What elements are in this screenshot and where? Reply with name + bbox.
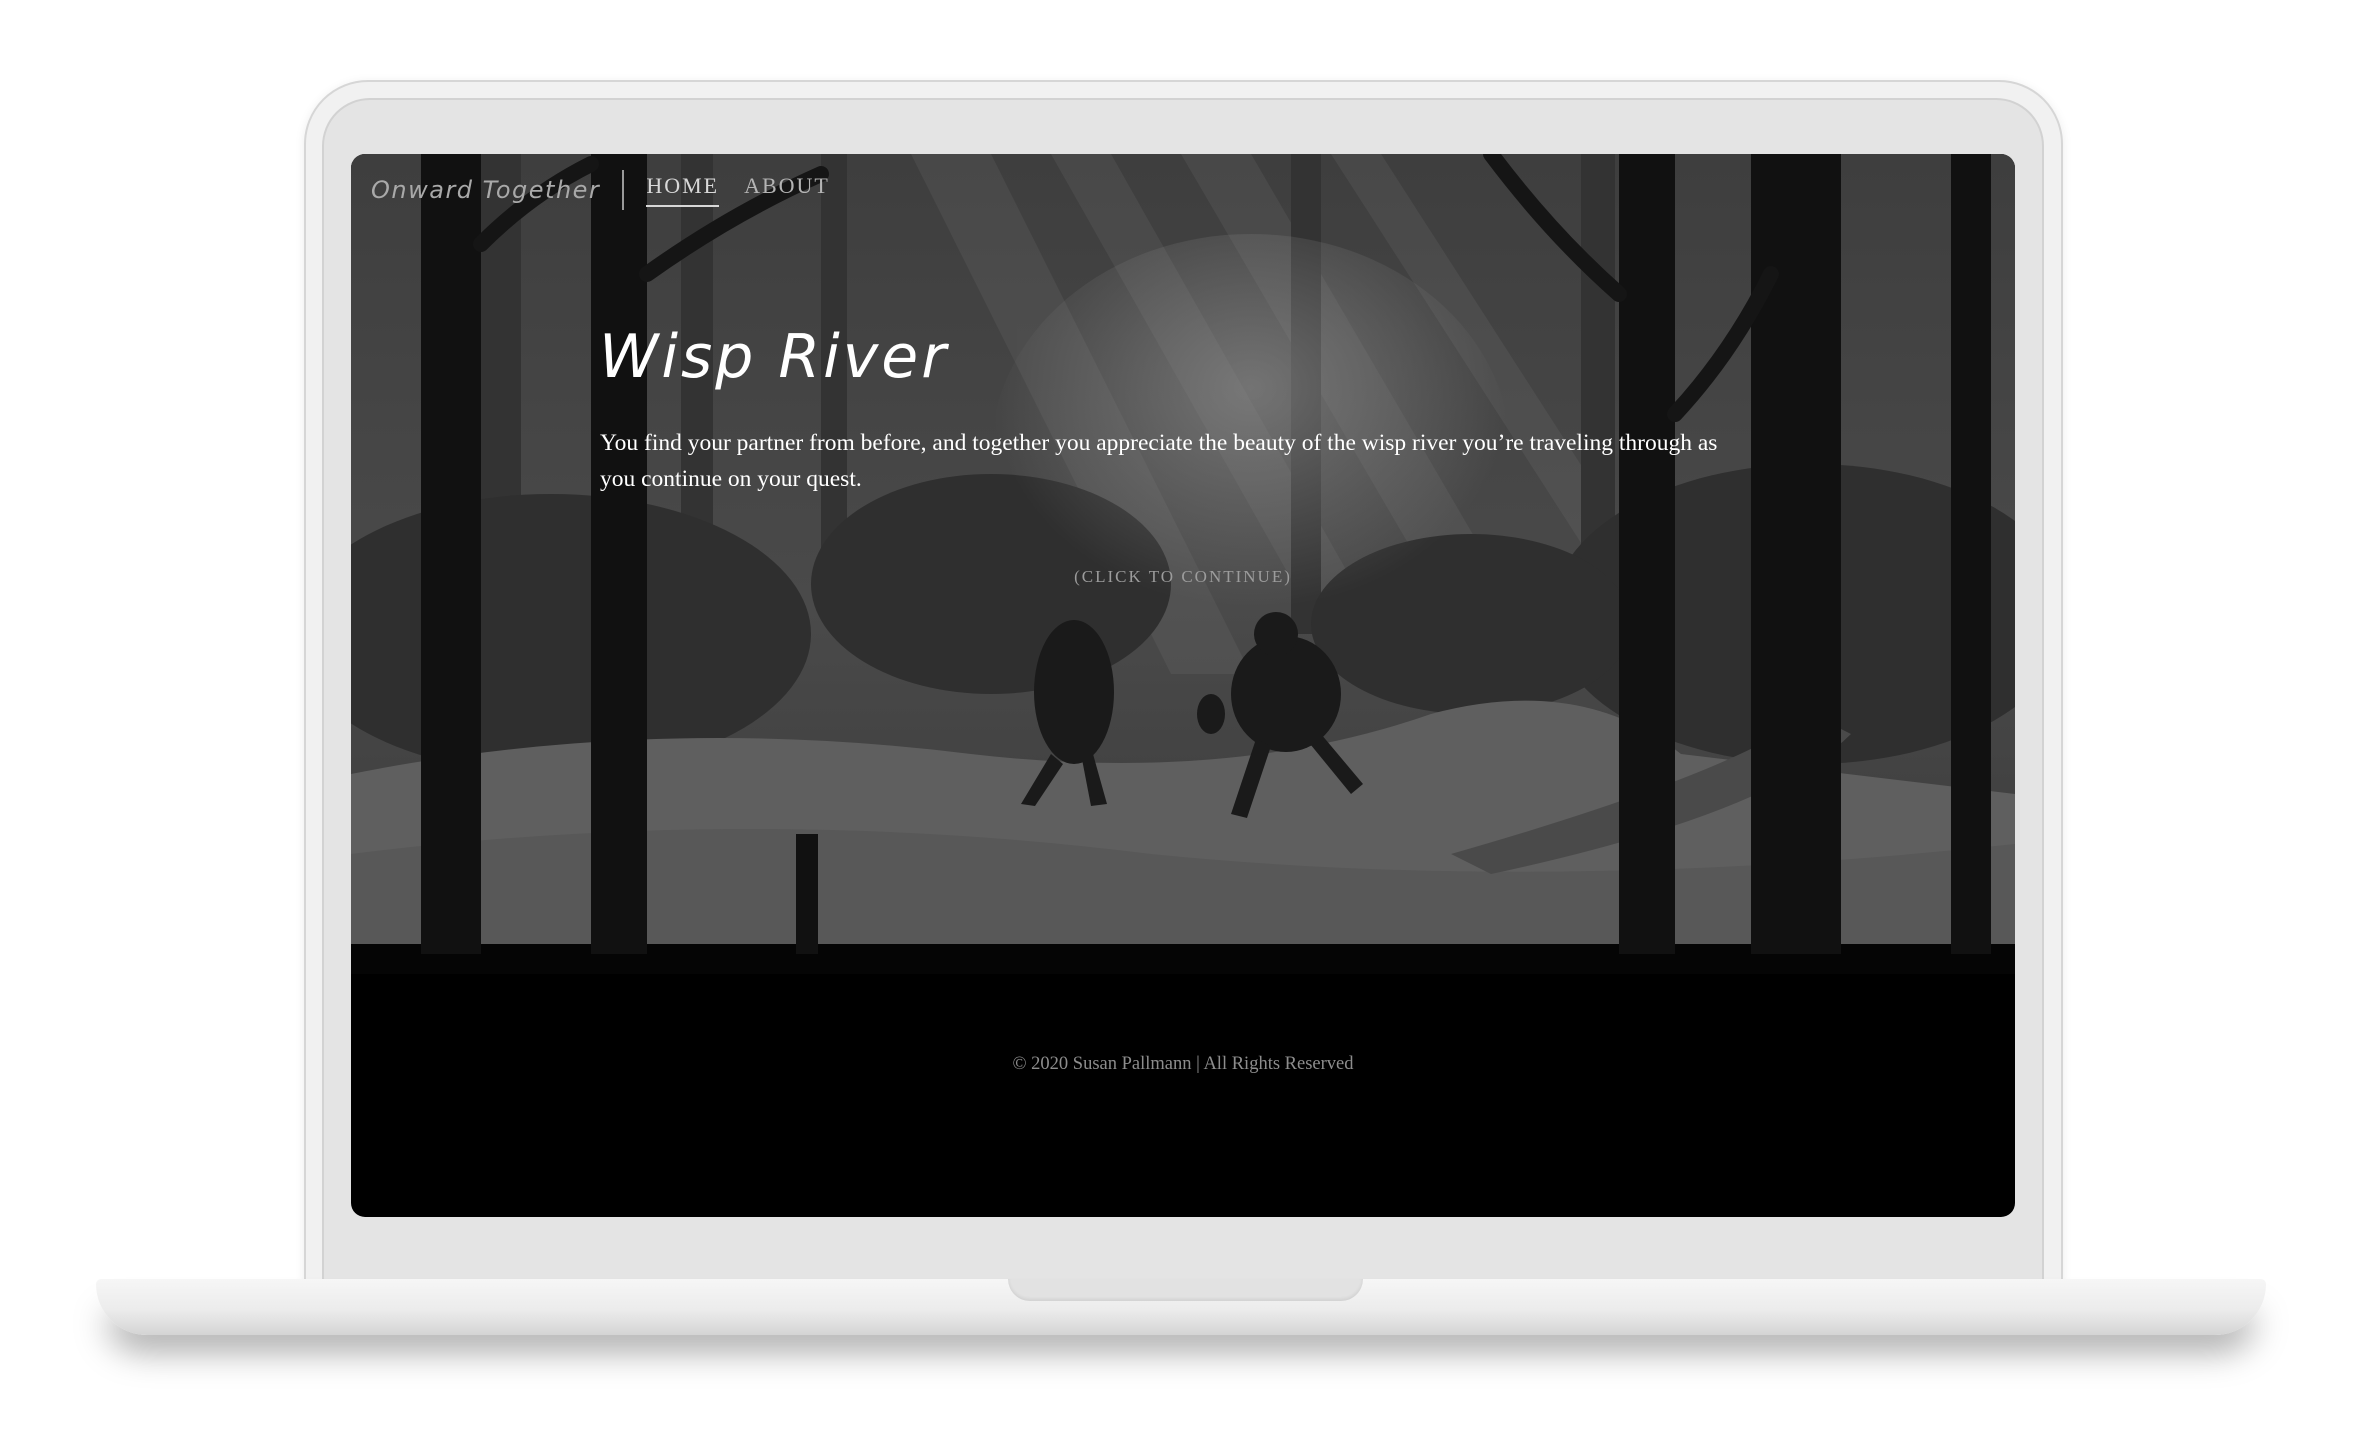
footer-copyright: © 2020 Susan Pallmann | All Rights Reser… xyxy=(1012,1054,1354,1074)
nav-divider xyxy=(622,170,625,210)
laptop-screen: Onward Together HOME ABOUT Wisp River Yo… xyxy=(351,154,2015,1217)
nav-link-home[interactable]: HOME xyxy=(646,173,720,207)
nav-link-about[interactable]: ABOUT xyxy=(744,173,830,207)
continue-link[interactable]: (CLICK TO CONTINUE) xyxy=(351,567,2015,587)
story-description: You find your partner from before, and t… xyxy=(600,430,1718,492)
laptop-notch xyxy=(1008,1279,1363,1301)
page-title: Wisp River xyxy=(599,322,949,392)
forest-illustration xyxy=(351,154,2015,974)
top-navigation: Onward Together HOME ABOUT xyxy=(371,164,855,216)
brand-logo[interactable]: Onward Together xyxy=(371,176,600,204)
